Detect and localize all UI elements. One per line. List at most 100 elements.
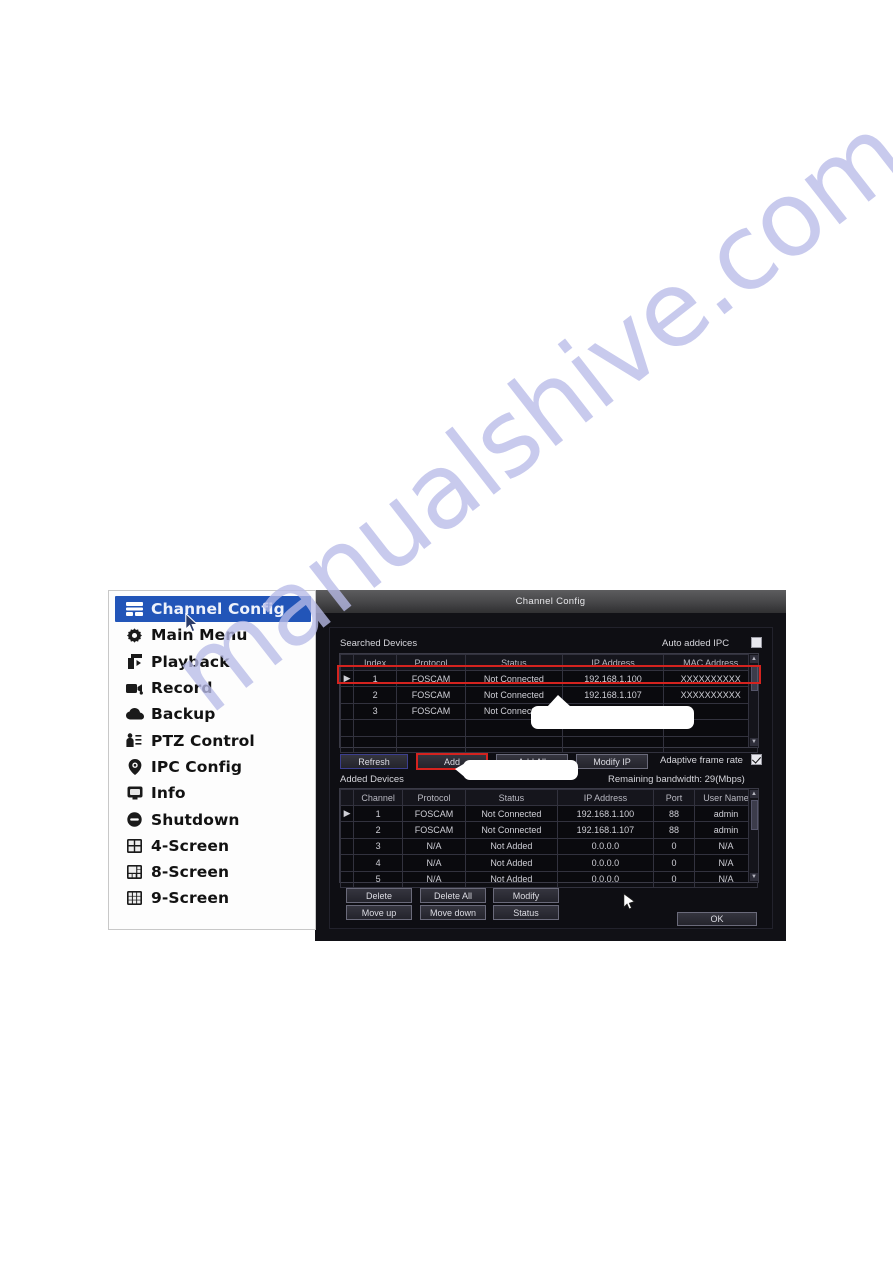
cell-protocol: FOSCAM <box>395 669 467 688</box>
menu-item-main-menu[interactable]: Main Menu <box>109 622 315 648</box>
grid-4-icon <box>125 837 144 855</box>
table-row[interactable]: 5 N/A Not Added 0.0.0.0 0 N/A <box>339 870 759 888</box>
menu-item-backup[interactable]: Backup <box>109 701 315 727</box>
cell-port: 0 <box>653 854 695 872</box>
cell-mac-address <box>663 735 758 753</box>
cell-port: 0 <box>653 837 695 856</box>
added-devices-table[interactable]: Channel Protocol Status IP Address Port … <box>339 788 759 888</box>
table-row[interactable]: 4 N/A Not Added 0.0.0.0 0 N/A <box>339 854 759 872</box>
cell-index <box>353 735 397 753</box>
adaptive-frame-rate-label: Adaptive frame rate <box>660 755 743 766</box>
menu-item-ipc-config[interactable]: IPC Config <box>109 754 315 780</box>
cell-ip-address: 0.0.0.0 <box>556 837 655 856</box>
callout-tail <box>547 695 571 707</box>
cell-status: Not Connected <box>465 669 563 688</box>
column-header-port: Port <box>653 789 695 806</box>
channel-config-dialog: Channel Config Searched Devices Auto add… <box>315 590 786 941</box>
auto-added-ipc-label: Auto added IPC <box>662 638 730 649</box>
cell-status: Not Added <box>465 854 558 872</box>
menu-item-label: 9-Screen <box>151 889 230 908</box>
main-menu-panel: Channel Config Main Menu Playback Record <box>108 590 316 930</box>
cell-protocol: FOSCAM <box>402 821 467 839</box>
scrollbar-thumb[interactable] <box>750 800 758 830</box>
playback-icon <box>125 653 144 671</box>
added-devices-label: Added Devices <box>340 774 404 785</box>
menu-item-record[interactable]: Record <box>109 675 315 701</box>
table-header-row: Index Protocol Status IP Address MAC Add… <box>339 654 758 671</box>
menu-item-channel-config[interactable]: Channel Config <box>115 596 311 623</box>
scroll-up-arrow[interactable]: ▲ <box>750 655 758 663</box>
column-header-index: Index <box>353 654 397 671</box>
cell-index: 1 <box>353 669 397 688</box>
column-header-protocol: Protocol <box>395 654 467 671</box>
menu-item-playback[interactable]: Playback <box>109 649 315 675</box>
column-header-protocol: Protocol <box>402 789 467 806</box>
ipc-config-icon <box>125 758 144 776</box>
row-marker <box>339 837 355 856</box>
modify-ip-button[interactable]: Modify IP <box>576 754 648 769</box>
refresh-button[interactable]: Refresh <box>340 754 408 769</box>
menu-item-9-screen[interactable]: 9-Screen <box>109 885 315 911</box>
row-marker <box>339 854 355 872</box>
added-table-scrollbar[interactable]: ▲ ▼ <box>748 789 758 882</box>
searched-table-scrollbar[interactable]: ▲ ▼ <box>748 654 758 747</box>
grid-8-icon <box>125 863 144 881</box>
nvr-screenshot: Channel Config Main Menu Playback Record <box>108 590 786 941</box>
table-row[interactable]: ▶ 1 FOSCAM Not Connected 192.168.1.100 8… <box>339 804 759 823</box>
menu-item-info[interactable]: Info <box>109 780 315 806</box>
table-row[interactable]: 3 N/A Not Added 0.0.0.0 0 N/A <box>339 837 759 856</box>
scroll-down-arrow[interactable]: ▼ <box>750 738 758 746</box>
cell-protocol: FOSCAM <box>395 686 467 704</box>
row-marker <box>339 821 355 839</box>
auto-added-ipc-checkbox[interactable] <box>751 637 762 648</box>
move-up-button[interactable]: Move up <box>346 905 412 920</box>
table-row[interactable]: 2 FOSCAM Not Connected 192.168.1.107 88 … <box>339 821 759 839</box>
modify-button[interactable]: Modify <box>493 888 559 903</box>
menu-item-8-screen[interactable]: 8-Screen <box>109 859 315 885</box>
cell-status: Not Added <box>465 837 558 856</box>
menu-item-label: Channel Config <box>151 600 285 619</box>
cloud-backup-icon <box>125 705 144 723</box>
cell-port: 0 <box>653 870 695 888</box>
menu-item-4-screen[interactable]: 4-Screen <box>109 833 315 859</box>
record-camera-icon <box>125 679 144 697</box>
callout-box-added <box>455 760 578 780</box>
column-header-status: Status <box>465 654 563 671</box>
cell-protocol <box>395 735 467 753</box>
status-button[interactable]: Status <box>493 905 559 920</box>
dialog-title: Channel Config <box>515 596 586 607</box>
cell-channel: 3 <box>353 837 404 856</box>
cell-index <box>353 719 397 737</box>
cell-protocol: N/A <box>402 837 467 856</box>
table-header-row: Channel Protocol Status IP Address Port … <box>339 789 759 806</box>
ok-button[interactable]: OK <box>677 912 757 926</box>
menu-item-label: Shutdown <box>151 810 240 829</box>
move-down-button[interactable]: Move down <box>420 905 486 920</box>
menu-item-label: 8-Screen <box>151 863 230 882</box>
delete-button[interactable]: Delete <box>346 888 412 903</box>
column-header-status: Status <box>465 789 558 806</box>
scroll-up-arrow[interactable]: ▲ <box>750 790 758 798</box>
scrollbar-thumb[interactable] <box>750 665 758 691</box>
cell-channel: 1 <box>353 804 404 823</box>
cell-channel: 5 <box>353 870 404 888</box>
callout-tail <box>455 762 467 779</box>
cell-protocol <box>395 719 467 737</box>
table-row[interactable]: ▶ 1 FOSCAM Not Connected 192.168.1.100 X… <box>339 669 758 688</box>
scroll-down-arrow[interactable]: ▼ <box>750 873 758 881</box>
menu-item-ptz-control[interactable]: PTZ Control <box>109 727 315 753</box>
cell-mac-address: XXXXXXXXXX <box>663 686 758 704</box>
menu-item-shutdown[interactable]: Shutdown <box>109 806 315 832</box>
table-row[interactable] <box>339 735 758 753</box>
cell-index: 3 <box>353 702 397 721</box>
cell-mac-address: XXXXXXXXXX <box>663 669 758 688</box>
delete-all-button[interactable]: Delete All <box>420 888 486 903</box>
channel-config-icon <box>125 600 144 618</box>
cell-status <box>465 735 563 753</box>
cell-ip-address: 192.168.1.107 <box>561 686 665 704</box>
column-header-mac-address: MAC Address <box>663 654 758 671</box>
adaptive-frame-rate-checkbox[interactable] <box>751 754 762 765</box>
row-marker-header <box>339 654 355 671</box>
row-marker-header <box>339 789 355 806</box>
cell-ip-address: 0.0.0.0 <box>556 854 655 872</box>
